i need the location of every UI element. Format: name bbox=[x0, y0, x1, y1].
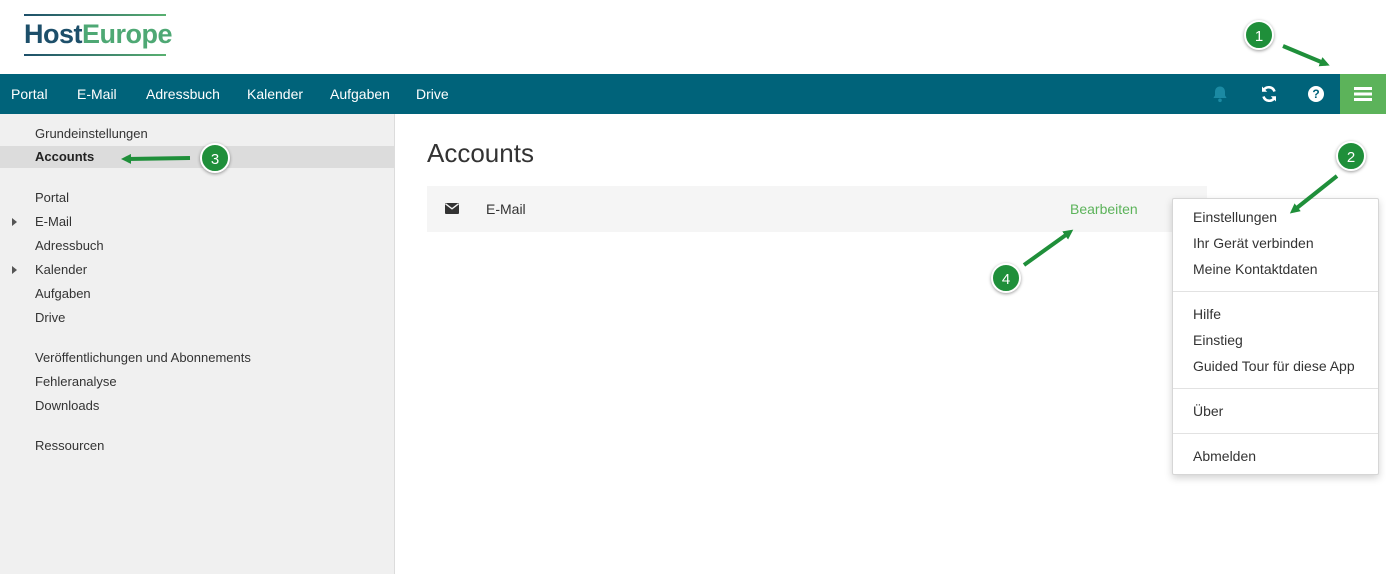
sidebar-item-adressbuch[interactable]: Adressbuch bbox=[0, 235, 394, 257]
menu-icon bbox=[1354, 87, 1372, 101]
sidebar-item-portal[interactable]: Portal bbox=[0, 187, 394, 209]
hamburger-menu-button[interactable] bbox=[1340, 74, 1386, 114]
refresh-icon[interactable] bbox=[1249, 74, 1289, 114]
menu-item-hilfe[interactable]: Hilfe bbox=[1173, 302, 1378, 326]
logo-line-top bbox=[24, 14, 166, 16]
logo-text-host: Host bbox=[24, 19, 83, 49]
menu-divider bbox=[1173, 433, 1378, 434]
menu-item-abmelden[interactable]: Abmelden bbox=[1173, 444, 1378, 468]
menu-item-einstieg[interactable]: Einstieg bbox=[1173, 328, 1378, 352]
sidebar-item-downloads[interactable]: Downloads bbox=[0, 395, 394, 417]
sidebar-item-kalender[interactable]: Kalender bbox=[0, 259, 394, 281]
sidebar-item-grundeinstellungen[interactable]: Grundeinstellungen bbox=[0, 123, 394, 145]
callout-4: 4 bbox=[991, 263, 1021, 293]
account-name: E-Mail bbox=[486, 201, 526, 217]
sidebar-item-drive[interactable]: Drive bbox=[0, 307, 394, 329]
page-title: Accounts bbox=[427, 138, 534, 168]
bell-icon[interactable] bbox=[1200, 74, 1240, 114]
callout-3: 3 bbox=[200, 143, 230, 173]
nav-email[interactable]: E-Mail bbox=[77, 74, 117, 114]
nav-adressbuch[interactable]: Adressbuch bbox=[146, 74, 220, 114]
logo-line-bottom bbox=[24, 54, 166, 56]
menu-item-guided-tour[interactable]: Guided Tour für diese App bbox=[1173, 354, 1378, 378]
menu-item-kontaktdaten[interactable]: Meine Kontaktdaten bbox=[1173, 257, 1378, 281]
sidebar-item-fehleranalyse[interactable]: Fehleranalyse bbox=[0, 371, 394, 393]
account-row: E-Mail Bearbeiten bbox=[427, 186, 1207, 232]
menu-item-geraet-verbinden[interactable]: Ihr Gerät verbinden bbox=[1173, 231, 1378, 255]
menu-item-ueber[interactable]: Über bbox=[1173, 399, 1378, 423]
callout-1: 1 bbox=[1244, 20, 1274, 50]
logo-text: HostEurope bbox=[24, 19, 173, 49]
logo-bar: HostEurope bbox=[0, 0, 1386, 74]
nav-portal[interactable]: Portal bbox=[11, 74, 48, 114]
sidebar-item-email[interactable]: E-Mail bbox=[0, 211, 394, 233]
svg-text:?: ? bbox=[1312, 87, 1319, 101]
nav-drive[interactable]: Drive bbox=[416, 74, 449, 114]
nav-aufgaben[interactable]: Aufgaben bbox=[330, 74, 390, 114]
settings-dropdown-menu: Einstellungen Ihr Gerät verbinden Meine … bbox=[1172, 198, 1379, 475]
envelope-icon bbox=[445, 203, 459, 214]
sidebar-item-accounts[interactable]: Accounts bbox=[0, 146, 394, 168]
edit-account-link[interactable]: Bearbeiten bbox=[1070, 186, 1138, 232]
menu-item-einstellungen[interactable]: Einstellungen bbox=[1173, 205, 1378, 229]
settings-sidebar: Grundeinstellungen Accounts Portal E-Mai… bbox=[0, 114, 395, 574]
help-icon[interactable]: ? bbox=[1296, 74, 1336, 114]
nav-kalender[interactable]: Kalender bbox=[247, 74, 303, 114]
sidebar-item-aufgaben[interactable]: Aufgaben bbox=[0, 283, 394, 305]
host-europe-logo[interactable]: HostEurope bbox=[24, 14, 173, 56]
sidebar-item-veroeffentlichungen[interactable]: Veröffentlichungen und Abonnements bbox=[0, 347, 394, 369]
menu-divider bbox=[1173, 388, 1378, 389]
sidebar-item-ressourcen[interactable]: Ressourcen bbox=[0, 435, 394, 457]
callout-2: 2 bbox=[1336, 141, 1366, 171]
top-navigation: Portal E-Mail Adressbuch Kalender Aufgab… bbox=[0, 74, 1386, 114]
logo-text-europe: Europe bbox=[82, 19, 173, 49]
menu-divider bbox=[1173, 291, 1378, 292]
